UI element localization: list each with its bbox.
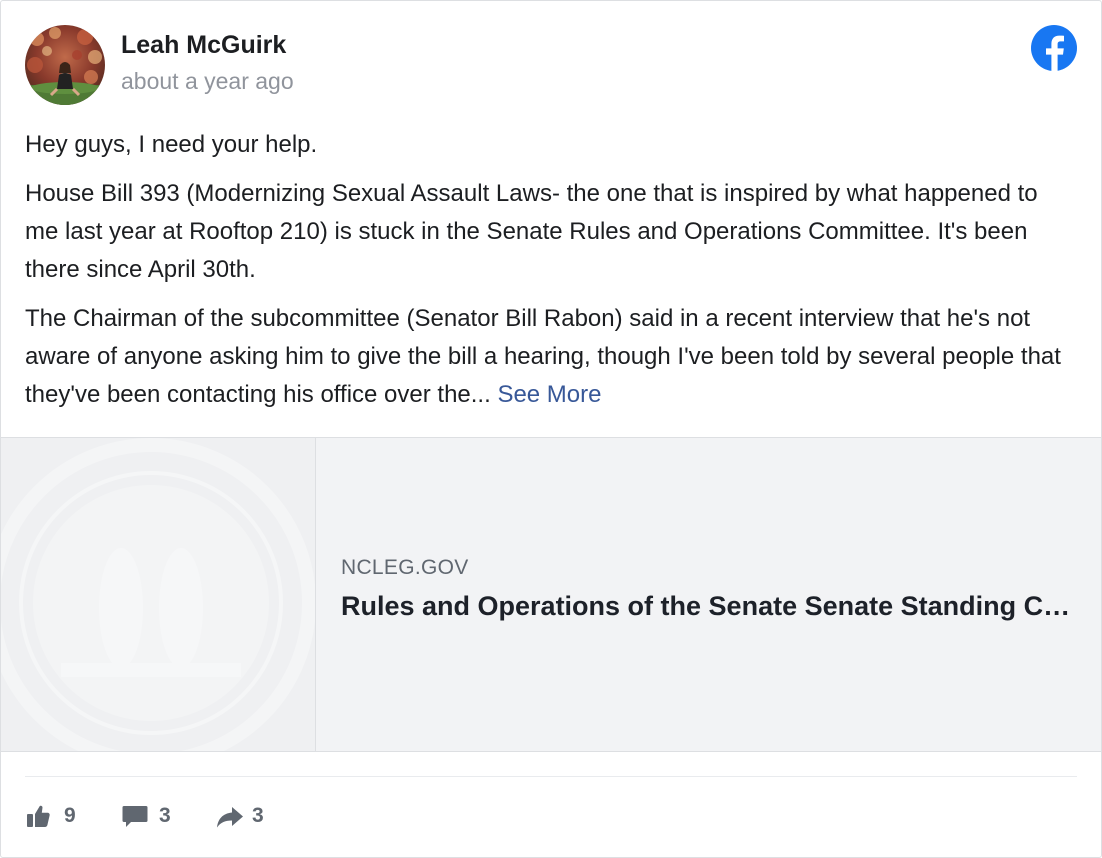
share-arrow-icon	[217, 807, 243, 828]
link-preview[interactable]: NCLEG.GOV Rules and Operations of the Se…	[1, 437, 1101, 752]
avatar-photo	[25, 25, 105, 105]
link-domain: NCLEG.GOV	[341, 556, 469, 579]
author-avatar[interactable]	[25, 25, 105, 105]
facebook-post-card: Leah McGuirk about a year ago Hey guys, …	[0, 0, 1102, 858]
thumbs-up-icon	[27, 805, 50, 827]
footer-divider	[25, 776, 1077, 777]
link-title[interactable]: Rules and Operations of the Senate Senat…	[341, 591, 1076, 622]
like-count: 9	[64, 804, 76, 827]
see-more-link[interactable]: See More	[497, 381, 601, 408]
like-action[interactable]: 9	[25, 799, 85, 835]
comment-count: 3	[159, 804, 171, 827]
comment-bubble-icon	[122, 806, 148, 827]
share-count: 3	[252, 804, 264, 827]
link-preview-image	[1, 438, 316, 751]
comment-action[interactable]: 3	[121, 799, 181, 835]
author-name[interactable]: Leah McGuirk	[121, 31, 286, 60]
post-paragraph: Hey guys, I need your help.	[25, 131, 318, 158]
post-body: Hey guys, I need your help. House Bill 3…	[25, 126, 1075, 425]
seal-watermark-image	[1, 438, 315, 751]
post-paragraph: House Bill 393 (Modernizing Sexual Assau…	[25, 180, 1038, 283]
facebook-logo-icon[interactable]	[1031, 25, 1077, 71]
post-timestamp[interactable]: about a year ago	[121, 68, 294, 95]
post-header: Leah McGuirk about a year ago	[25, 25, 1077, 105]
post-paragraph-truncated: The Chairman of the subcommittee (Senato…	[25, 300, 1075, 414]
share-action[interactable]: 3	[215, 799, 275, 835]
